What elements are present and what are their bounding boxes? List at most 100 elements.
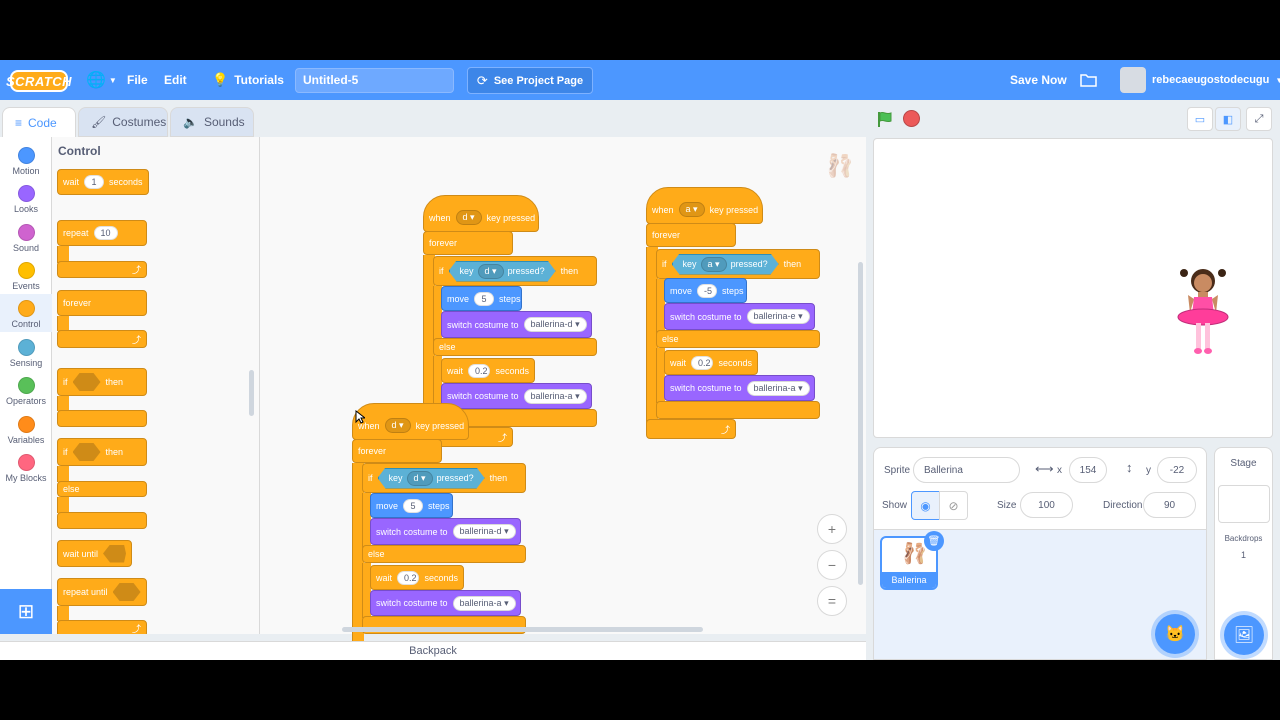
stage-selector[interactable]: Stage Backdrops 1 🖼 [1214, 447, 1273, 660]
condition-slot[interactable] [72, 373, 101, 391]
delete-sprite-button[interactable]: 🗑 [924, 531, 944, 551]
edit-menu[interactable]: Edit [164, 60, 187, 100]
switch-costume-block[interactable]: switch costume to ballerina-a ▾ [441, 383, 592, 409]
palette-repeat-until-block[interactable]: repeat until [57, 578, 147, 606]
if-else-block[interactable]: if key d ▾ pressed? then [362, 463, 526, 493]
see-project-page-button[interactable]: ⟳ See Project Page [467, 67, 593, 94]
zoom-reset-button[interactable]: = [817, 586, 847, 616]
project-title-input[interactable]: Untitled-5 [295, 68, 454, 93]
scratch-logo[interactable]: SCRATCH [6, 70, 72, 92]
switch-costume-block[interactable]: switch costume to ballerina-e ▾ [664, 303, 815, 330]
repeat-input[interactable]: 10 [93, 226, 118, 240]
palette-forever-block[interactable]: forever [57, 290, 147, 316]
account-menu[interactable]: rebecaeugostodecugu ▼ [1120, 60, 1280, 100]
key-pressed-condition[interactable]: key a ▾ pressed? [672, 254, 779, 275]
move-steps-block[interactable]: move 5 steps [441, 286, 522, 311]
if-else-block[interactable]: if key d ▾ pressed? then [433, 256, 597, 286]
switch-costume-block[interactable]: switch costume to ballerina-d ▾ [370, 518, 521, 545]
switch-costume-block[interactable]: switch costume to ballerina-d ▾ [441, 311, 592, 338]
key-dropdown[interactable]: d ▾ [384, 418, 411, 433]
wait-input[interactable]: 0.2 [691, 355, 714, 370]
choose-backdrop-button[interactable]: 🖼 [1224, 615, 1264, 655]
stage-canvas[interactable] [873, 138, 1273, 438]
condition-slot[interactable] [72, 443, 101, 461]
tab-sounds[interactable]: 🔈 Sounds [170, 107, 254, 137]
zoom-out-button[interactable]: − [817, 550, 847, 580]
my-stuff-folder-icon[interactable] [1080, 60, 1097, 100]
palette-repeat-block[interactable]: repeat 10 [57, 220, 147, 246]
costume-dropdown[interactable]: ballerina-a ▾ [452, 595, 516, 611]
file-menu[interactable]: File [127, 60, 148, 100]
when-key-pressed-hat[interactable]: when a ▾ key pressed [646, 187, 763, 224]
move-steps-block[interactable]: move -5 steps [664, 278, 747, 303]
wait-input[interactable]: 0.2 [397, 570, 420, 585]
wait-input[interactable]: 0.2 [468, 363, 491, 378]
tutorials-menu[interactable]: 💡 Tutorials [212, 60, 284, 100]
add-extension-button[interactable]: ⊞ [0, 589, 52, 634]
save-now-button[interactable]: Save Now [1010, 60, 1067, 100]
script-area[interactable]: 🩰 when d ▾ key pressed forever if key d ▾ pr… [260, 137, 866, 648]
wait-block[interactable]: wait 0.2 seconds [370, 565, 464, 590]
wait-block[interactable]: wait 0.2 seconds [664, 350, 758, 375]
category-sensing[interactable]: Sensing [0, 333, 52, 371]
key-pressed-condition[interactable]: key d ▾ pressed? [449, 261, 556, 282]
key-dropdown[interactable]: d ▾ [455, 210, 482, 225]
normal-stage-button[interactable]: ◧ [1215, 107, 1241, 131]
when-key-pressed-hat[interactable]: when d ▾ key pressed [352, 403, 469, 440]
forever-block[interactable]: forever [646, 223, 736, 247]
tab-costumes[interactable]: 🖌 Costumes [78, 107, 168, 137]
key-dropdown[interactable]: a ▾ [678, 202, 705, 217]
language-menu[interactable]: 🌐 ▼ [86, 60, 117, 100]
horizontal-scrollbar[interactable] [342, 627, 703, 632]
y-input[interactable]: -22 [1157, 457, 1197, 483]
fullscreen-button[interactable]: ⤢ [1246, 107, 1272, 131]
condition-slot[interactable] [103, 544, 126, 563]
key-pressed-condition[interactable]: key d ▾ pressed? [378, 468, 485, 489]
category-my-blocks[interactable]: My Blocks [0, 448, 52, 486]
costume-dropdown[interactable]: ballerina-d ▾ [523, 317, 587, 332]
choose-sprite-button[interactable]: 🐱 [1155, 614, 1195, 654]
category-control[interactable]: Control [0, 294, 52, 332]
size-input[interactable]: 100 [1020, 492, 1073, 518]
move-steps-block[interactable]: move 5 steps [370, 493, 453, 518]
steps-input[interactable]: 5 [474, 291, 495, 306]
backpack-bar[interactable]: Backpack [0, 641, 866, 660]
palette-scrollbar[interactable] [249, 370, 254, 416]
forever-block[interactable]: forever [423, 231, 513, 255]
condition-slot[interactable] [112, 583, 141, 601]
category-looks[interactable]: Looks [0, 179, 52, 217]
zoom-in-button[interactable]: + [817, 514, 847, 544]
costume-dropdown[interactable]: ballerina-a ▾ [746, 380, 810, 396]
costume-dropdown[interactable]: ballerina-d ▾ [452, 524, 516, 539]
stage-thumbnail[interactable] [1218, 485, 1270, 523]
palette-wait-block[interactable]: wait 1 seconds [57, 169, 149, 195]
key-dropdown[interactable]: d ▾ [407, 471, 433, 486]
palette-if-block[interactable]: if then [57, 368, 147, 396]
category-operators[interactable]: Operators [0, 371, 52, 409]
show-visible-button[interactable]: ◉ [911, 491, 940, 520]
category-events[interactable]: Events [0, 256, 52, 294]
ballerina-sprite[interactable] [1176, 265, 1230, 360]
key-dropdown[interactable]: d ▾ [478, 264, 504, 279]
green-flag-icon[interactable] [876, 110, 894, 131]
tab-code[interactable]: ≡ Code [2, 107, 76, 137]
forever-block[interactable]: forever [352, 439, 442, 463]
switch-costume-block[interactable]: switch costume to ballerina-a ▾ [664, 375, 815, 401]
wait-block[interactable]: wait 0.2 seconds [441, 358, 535, 383]
costume-dropdown[interactable]: ballerina-e ▾ [746, 309, 810, 324]
category-sound[interactable]: Sound [0, 218, 52, 256]
stop-icon[interactable] [903, 110, 920, 127]
vertical-scrollbar[interactable] [858, 262, 863, 585]
palette-if-else-block[interactable]: if then [57, 438, 147, 466]
category-motion[interactable]: Motion [0, 141, 52, 179]
small-stage-button[interactable]: ▭ [1187, 107, 1213, 131]
if-else-block[interactable]: if key a ▾ pressed? then [656, 249, 820, 279]
costume-dropdown[interactable]: ballerina-a ▾ [523, 388, 587, 404]
show-hidden-button[interactable]: ⊘ [939, 491, 968, 520]
when-key-pressed-hat[interactable]: when d ▾ key pressed [423, 195, 539, 232]
steps-input[interactable]: 5 [403, 498, 424, 513]
sprite-name-input[interactable]: Ballerina [913, 457, 1020, 483]
steps-input[interactable]: -5 [697, 283, 718, 298]
wait-input[interactable]: 1 [84, 175, 105, 189]
x-input[interactable]: 154 [1069, 457, 1107, 483]
